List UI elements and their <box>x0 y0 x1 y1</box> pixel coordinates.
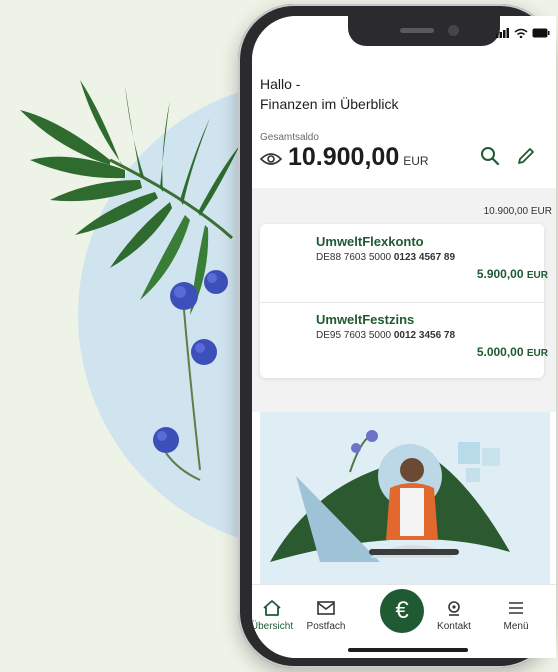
pencil-icon[interactable] <box>516 146 536 166</box>
account-item[interactable]: UmweltFlexkonto DE88 7603 5000 0123 4567… <box>316 234 548 281</box>
account-amount: 5.900,00 EUR <box>316 267 548 281</box>
greeting-line-1: Hallo - <box>260 76 301 92</box>
account-iban-suffix: 0012 3456 78 <box>393 330 456 341</box>
account-amount-value: 5.900,00 <box>476 267 524 281</box>
eye-icon[interactable] <box>260 152 282 166</box>
speaker-grille <box>400 28 434 33</box>
accounts-card: UmweltFlexkonto DE88 7603 5000 0123 4567… <box>260 224 548 378</box>
app-content: Hallo - Finanzen im Überblick Gesamtsald… <box>252 16 556 658</box>
account-amount-currency: EUR <box>526 348 548 359</box>
accounts-total: 10.900,00 EUR <box>483 206 552 217</box>
phone-screen: Hallo - Finanzen im Überblick Gesamtsald… <box>252 16 556 658</box>
balance-row: 10.900,00 EUR <box>288 143 429 172</box>
wifi-icon <box>514 28 528 38</box>
account-amount-value: 5.000,00 <box>476 345 524 359</box>
balance-currency: EUR <box>403 154 429 168</box>
search-icon[interactable] <box>480 146 500 166</box>
account-iban-suffix: 0123 4567 89 <box>393 252 456 263</box>
tab-inbox-label: Postfach <box>306 621 346 632</box>
hamburger-icon <box>509 602 523 614</box>
tab-overview[interactable]: Übersicht <box>252 599 300 632</box>
mail-icon <box>317 601 335 615</box>
tab-contact[interactable]: Kontakt <box>426 599 482 632</box>
tab-menu[interactable]: Menü <box>488 599 544 632</box>
signal-icon <box>496 28 509 38</box>
account-iban: DE88 7603 5000 0123 4567 89 <box>316 252 548 263</box>
account-amount: 5.000,00 EUR <box>316 345 548 359</box>
account-name: UmweltFestzins <box>316 312 415 327</box>
headset-icon <box>448 601 460 616</box>
tab-inbox[interactable]: Postfach <box>298 599 354 632</box>
tab-menu-label: Menü <box>503 621 529 632</box>
tab-contact-label: Kontakt <box>437 621 471 632</box>
account-iban-prefix: DE88 7603 5000 <box>316 252 392 263</box>
tab-overview-label: Übersicht <box>252 621 294 632</box>
home-indicator <box>348 648 468 652</box>
account-divider <box>260 302 544 303</box>
balance-label: Gesamtsaldo <box>260 132 319 143</box>
phone-notch <box>348 16 500 46</box>
promo-banner[interactable] <box>260 412 550 584</box>
account-name: UmweltFlexkonto <box>316 234 424 249</box>
balance-amount: 10.900,00 <box>288 143 400 171</box>
account-iban: DE95 7603 5000 0012 3456 78 <box>316 330 548 341</box>
bottom-tab-bar: Übersicht Postfach € Kontakt Menü <box>252 584 556 658</box>
front-camera <box>448 25 459 36</box>
battery-icon <box>532 28 550 38</box>
account-amount-currency: EUR <box>526 270 548 281</box>
home-icon <box>263 600 281 616</box>
promo-illustration <box>270 430 510 562</box>
greeting-line-2: Finanzen im Überblick <box>260 96 399 112</box>
status-bar-icons <box>496 28 550 38</box>
greeting: Hallo - Finanzen im Überblick <box>260 74 399 114</box>
account-iban-prefix: DE95 7603 5000 <box>316 330 392 341</box>
account-item[interactable]: UmweltFestzins DE95 7603 5000 0012 3456 … <box>316 312 548 359</box>
phone-frame: Hallo - Finanzen im Überblick Gesamtsald… <box>238 4 556 668</box>
euro-action-button[interactable]: € <box>380 589 424 633</box>
